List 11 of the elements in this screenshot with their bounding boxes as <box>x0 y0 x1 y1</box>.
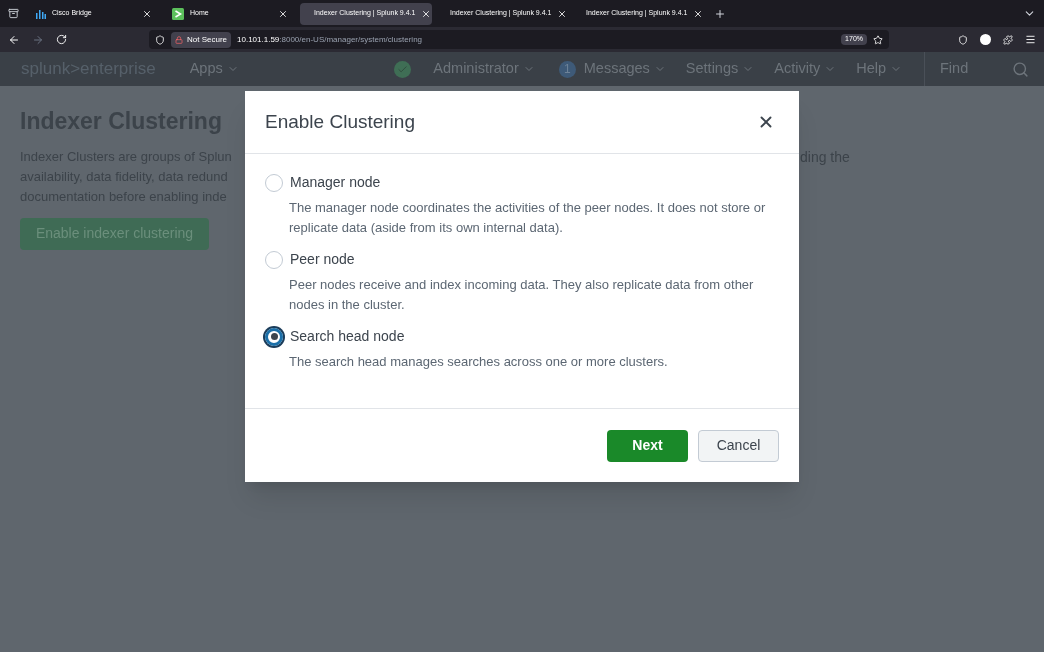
url-path: :8000/en-US/manager/system/clustering <box>279 33 423 46</box>
cancel-button[interactable]: Cancel <box>698 429 779 462</box>
not-secure-badge[interactable]: Not Secure <box>171 31 232 48</box>
option-description: The manager node coordinates the activities of the peer nodes. It does not store or replicate data (aside from its own internal data). <box>289 199 767 237</box>
option-label[interactable]: Manager node <box>290 172 381 193</box>
option-label[interactable]: Search head node <box>290 326 405 347</box>
option-description: Peer nodes receive and index incoming data. They also replicate data from other nodes in the cluster. <box>289 276 755 314</box>
option-description: The search head manages searches across one or more clusters. <box>289 353 669 371</box>
option-label[interactable]: Peer node <box>290 249 355 270</box>
dialog-title: Enable Clustering <box>265 109 415 134</box>
next-button[interactable]: Next <box>607 429 688 462</box>
